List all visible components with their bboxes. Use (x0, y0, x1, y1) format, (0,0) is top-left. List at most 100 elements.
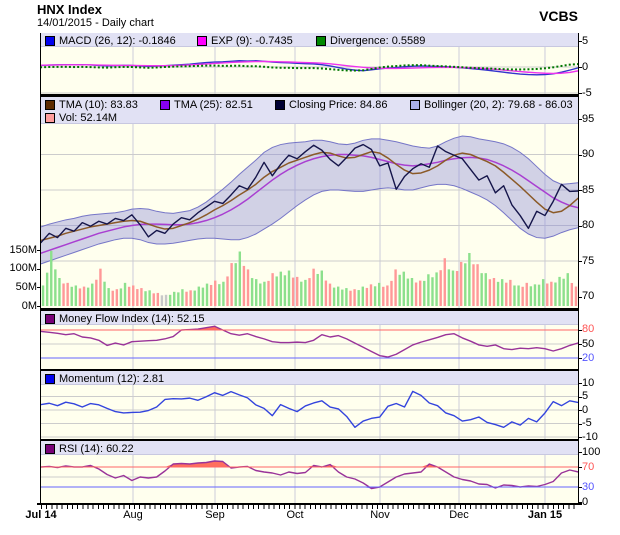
legend-label: EXP (9): -0.7435 (211, 34, 293, 47)
y-axis-tick (578, 410, 582, 411)
x-axis-label: Jul 14 (25, 509, 57, 521)
y-axis-label: 30 (582, 480, 595, 493)
legend-label: TMA (25): 82.51 (174, 98, 253, 111)
legend-swatch-icon (45, 373, 55, 384)
legend-mfi: Money Flow Index (14): 52.15 (41, 311, 578, 325)
y-axis-label: 70 (582, 460, 595, 473)
x-axis-label: Aug (123, 509, 143, 521)
panel-mom: Momentum (12): 2.81 (40, 371, 579, 439)
legend-rsi: RSI (14): 60.22 (41, 441, 578, 455)
y-axis-tick (578, 329, 582, 331)
x-axis-label: Jan 15 (527, 509, 563, 521)
legend-main: TMA (10): 83.83 TMA (25): 82.51 Closing Pr… (41, 97, 578, 124)
legend-label: Bollinger (20, 2): 79.68 - 86.03 (424, 98, 573, 111)
legend-macd: MACD (26, 12): -0.1846 EXP (9): -0.7435 Di… (41, 33, 578, 47)
legend-swatch-icon (160, 99, 170, 110)
y-axis-label: 20 (582, 351, 595, 364)
legend-swatch-icon (275, 99, 285, 110)
y-axis-tick (578, 502, 582, 503)
volume-axis-label: 150M (9, 243, 37, 256)
volume-axis-tick (37, 306, 41, 307)
volume-axis-label: 100M (9, 262, 37, 275)
legend-item-macd: EXP (9): -0.7435 (197, 34, 293, 47)
legend-label: Closing Price: 84.86 (289, 98, 388, 111)
y-axis-label: 5 (582, 390, 589, 402)
legend-item-mfi: Money Flow Index (14): 52.15 (45, 312, 205, 325)
legend-item-rsi: RSI (14): 60.22 (45, 442, 134, 455)
panel-main: TMA (10): 83.83 TMA (25): 82.51 Closing Pr… (40, 97, 579, 308)
legend-label: TMA (10): 83.83 (59, 98, 138, 111)
y-axis-tick (578, 452, 582, 453)
legend-item-macd: Divergence: 0.5589 (316, 34, 425, 47)
y-axis-tick (578, 487, 582, 488)
legend-label: Money Flow Index (14): 52.15 (59, 312, 205, 325)
volume-axis-label: 0M (21, 299, 37, 312)
y-axis-tick (578, 467, 582, 468)
y-axis-label: 50 (582, 337, 595, 350)
y-axis-label: 70 (582, 290, 595, 302)
x-axis-label: Nov (370, 509, 390, 521)
y-axis-tick (578, 154, 582, 156)
panel-separator (40, 308, 579, 311)
legend-swatch-icon (316, 35, 326, 46)
y-axis-tick (578, 358, 582, 359)
volume-axis-tick (37, 268, 41, 270)
y-axis-tick (578, 396, 582, 398)
legend-item-mom: Momentum (12): 2.81 (45, 372, 164, 385)
y-axis-label: 80 (582, 219, 595, 231)
y-axis-label: 80 (582, 323, 595, 336)
legend-item-main: TMA (25): 82.51 (160, 98, 253, 111)
y-axis-label: 0 (582, 495, 589, 508)
y-axis-label: 10 (582, 376, 595, 389)
legend-item-main: Bollinger (20, 2): 79.68 - 86.03 (410, 98, 573, 111)
legend-item-main: Vol: 52.14M (45, 111, 117, 124)
legend-swatch-icon (45, 112, 55, 123)
y-axis-tick (578, 344, 582, 345)
x-axis-label: Sep (205, 509, 225, 521)
volume-axis-label: 50M (15, 280, 37, 293)
panel-rsi: RSI (14): 60.22 (40, 441, 579, 503)
y-axis-label: 95 (582, 112, 595, 125)
legend-label: MACD (26, 12): -0.1846 (59, 34, 176, 47)
y-axis-tick (578, 437, 582, 438)
brand-logo: VCBS (539, 8, 578, 24)
legend-item-main: TMA (10): 83.83 (45, 98, 138, 111)
legend-swatch-icon (45, 99, 55, 110)
x-axis-label: Dec (449, 509, 469, 521)
y-axis-tick (578, 296, 582, 298)
y-axis-label: 100 (582, 445, 601, 458)
volume-axis-tick (37, 287, 41, 289)
legend-swatch-icon (45, 313, 55, 324)
y-axis-label: 5 (582, 34, 589, 47)
y-axis-label: 90 (582, 148, 595, 160)
volume-axis-tick (37, 250, 41, 251)
y-axis-label: -10 (582, 430, 598, 443)
y-axis-tick (578, 225, 582, 227)
legend-item-main: Closing Price: 84.86 (275, 98, 387, 111)
legend-label: Divergence: 0.5589 (330, 34, 426, 47)
panel-macd: MACD (26, 12): -0.1846 EXP (9): -0.7435 Di… (40, 33, 579, 94)
y-axis-label: -5 (582, 86, 592, 99)
y-axis-tick (578, 383, 582, 384)
panel-mfi: Money Flow Index (14): 52.15 (40, 311, 579, 369)
main-plot (41, 97, 578, 308)
legend-label: RSI (14): 60.22 (59, 442, 134, 455)
y-axis-tick (578, 261, 582, 262)
y-axis-tick (578, 423, 582, 425)
x-axis-ticks (41, 505, 578, 509)
legend-swatch-icon (45, 443, 55, 454)
page: { "header": { "title": "HNX Index", "sub… (0, 0, 620, 535)
legend-item-macd: MACD (26, 12): -0.1846 (45, 34, 176, 47)
y-axis-label: 0 (582, 60, 589, 73)
y-axis-tick (578, 190, 582, 191)
legend-label: Vol: 52.14M (59, 111, 118, 124)
y-axis-label: -5 (582, 417, 592, 429)
panel-separator (40, 369, 579, 371)
legend-swatch-icon (45, 35, 55, 46)
legend-label: Momentum (12): 2.81 (59, 372, 165, 385)
legend-swatch-icon (410, 99, 420, 110)
y-axis-tick (578, 67, 582, 68)
legend-swatch-icon (197, 35, 207, 46)
y-axis-tick (578, 41, 582, 42)
x-axis-label: Oct (286, 509, 304, 521)
